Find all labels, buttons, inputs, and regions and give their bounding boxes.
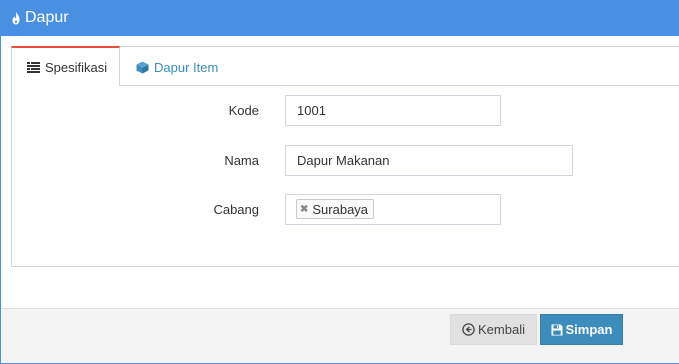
kode-field[interactable] bbox=[285, 95, 501, 126]
save-button[interactable]: Simpan bbox=[540, 314, 623, 345]
panel-header: Dapur bbox=[1, 0, 679, 36]
tab-spesifikasi[interactable]: Spesifikasi bbox=[11, 46, 120, 86]
panel-footer: Kembali Simpan bbox=[2, 308, 679, 363]
back-button[interactable]: Kembali bbox=[450, 314, 537, 345]
fire-icon bbox=[12, 11, 20, 25]
tab-dapur-item-label: Dapur Item bbox=[154, 59, 219, 75]
nama-label: Nama bbox=[224, 153, 259, 168]
tab-dapur-item[interactable]: Dapur Item bbox=[136, 46, 236, 86]
cabang-tag: ✖ Surabaya bbox=[296, 199, 375, 219]
back-button-label: Kembali bbox=[478, 322, 525, 337]
cabang-label: Cabang bbox=[213, 202, 259, 217]
list-icon bbox=[27, 61, 40, 73]
floppy-disk-icon bbox=[551, 324, 563, 335]
tab-bar: Spesifikasi Dapur Item bbox=[11, 46, 679, 86]
kode-label: Kode bbox=[228, 103, 259, 118]
cabang-select[interactable]: ✖ Surabaya bbox=[285, 194, 501, 225]
arrow-left-circle-icon bbox=[462, 323, 475, 336]
nama-field[interactable] bbox=[285, 145, 573, 176]
cabang-tag-label: Surabaya bbox=[312, 201, 369, 217]
tab-spesifikasi-label: Spesifikasi bbox=[45, 59, 108, 75]
panel-title: Dapur bbox=[25, 9, 69, 26]
tab-container: Spesifikasi Dapur Item Kode Nama Cabang bbox=[11, 46, 679, 267]
cube-icon bbox=[136, 61, 149, 73]
remove-tag-icon[interactable]: ✖ bbox=[300, 204, 308, 215]
kitchen-panel: Dapur Spesifikasi Dapur Item Kode 1001 N… bbox=[0, 0, 679, 364]
save-button-label: Simpan bbox=[565, 322, 613, 337]
